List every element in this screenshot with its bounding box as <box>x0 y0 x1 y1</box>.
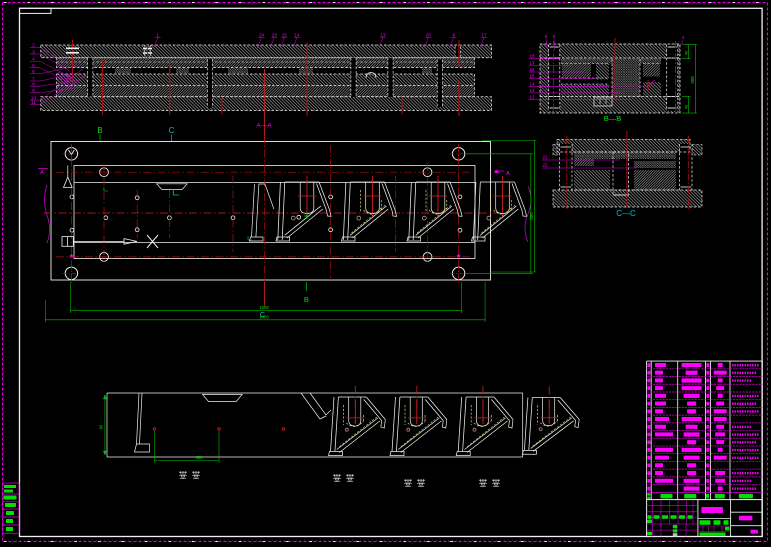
svg-text:40: 40 <box>684 50 689 55</box>
svg-text:A—A: A—A <box>256 123 272 130</box>
svg-text:680: 680 <box>196 455 204 460</box>
svg-text:14: 14 <box>294 33 300 38</box>
svg-text:14: 14 <box>529 81 535 86</box>
svg-text:18: 18 <box>529 54 535 59</box>
svg-text:17: 17 <box>529 60 535 65</box>
svg-text:15: 15 <box>529 74 535 79</box>
svg-text:1408: 1408 <box>259 315 269 320</box>
svg-text:11: 11 <box>31 100 36 105</box>
svg-text:C: C <box>169 126 175 135</box>
svg-text:B—B: B—B <box>604 114 622 123</box>
svg-text:380: 380 <box>529 212 534 220</box>
svg-text:15: 15 <box>282 33 288 38</box>
svg-text:17: 17 <box>482 33 488 38</box>
svg-text:308: 308 <box>690 76 695 84</box>
svg-text:12: 12 <box>529 95 535 100</box>
svg-text:13: 13 <box>380 33 386 38</box>
svg-text:A: A <box>506 171 510 177</box>
svg-text:40: 40 <box>684 104 689 109</box>
svg-text:23: 23 <box>272 33 278 38</box>
svg-text:A: A <box>40 170 44 176</box>
svg-text:B: B <box>97 126 102 135</box>
svg-text:B: B <box>304 295 309 304</box>
svg-text:21: 21 <box>542 155 548 160</box>
svg-text:1008: 1008 <box>259 305 269 310</box>
svg-text:22: 22 <box>542 163 548 168</box>
svg-text:16: 16 <box>529 67 535 72</box>
svg-text:20: 20 <box>426 33 432 38</box>
svg-text:13: 13 <box>529 88 535 93</box>
svg-text:C—C: C—C <box>616 209 636 218</box>
svg-text:90: 90 <box>99 424 104 429</box>
svg-text:24: 24 <box>259 33 265 38</box>
